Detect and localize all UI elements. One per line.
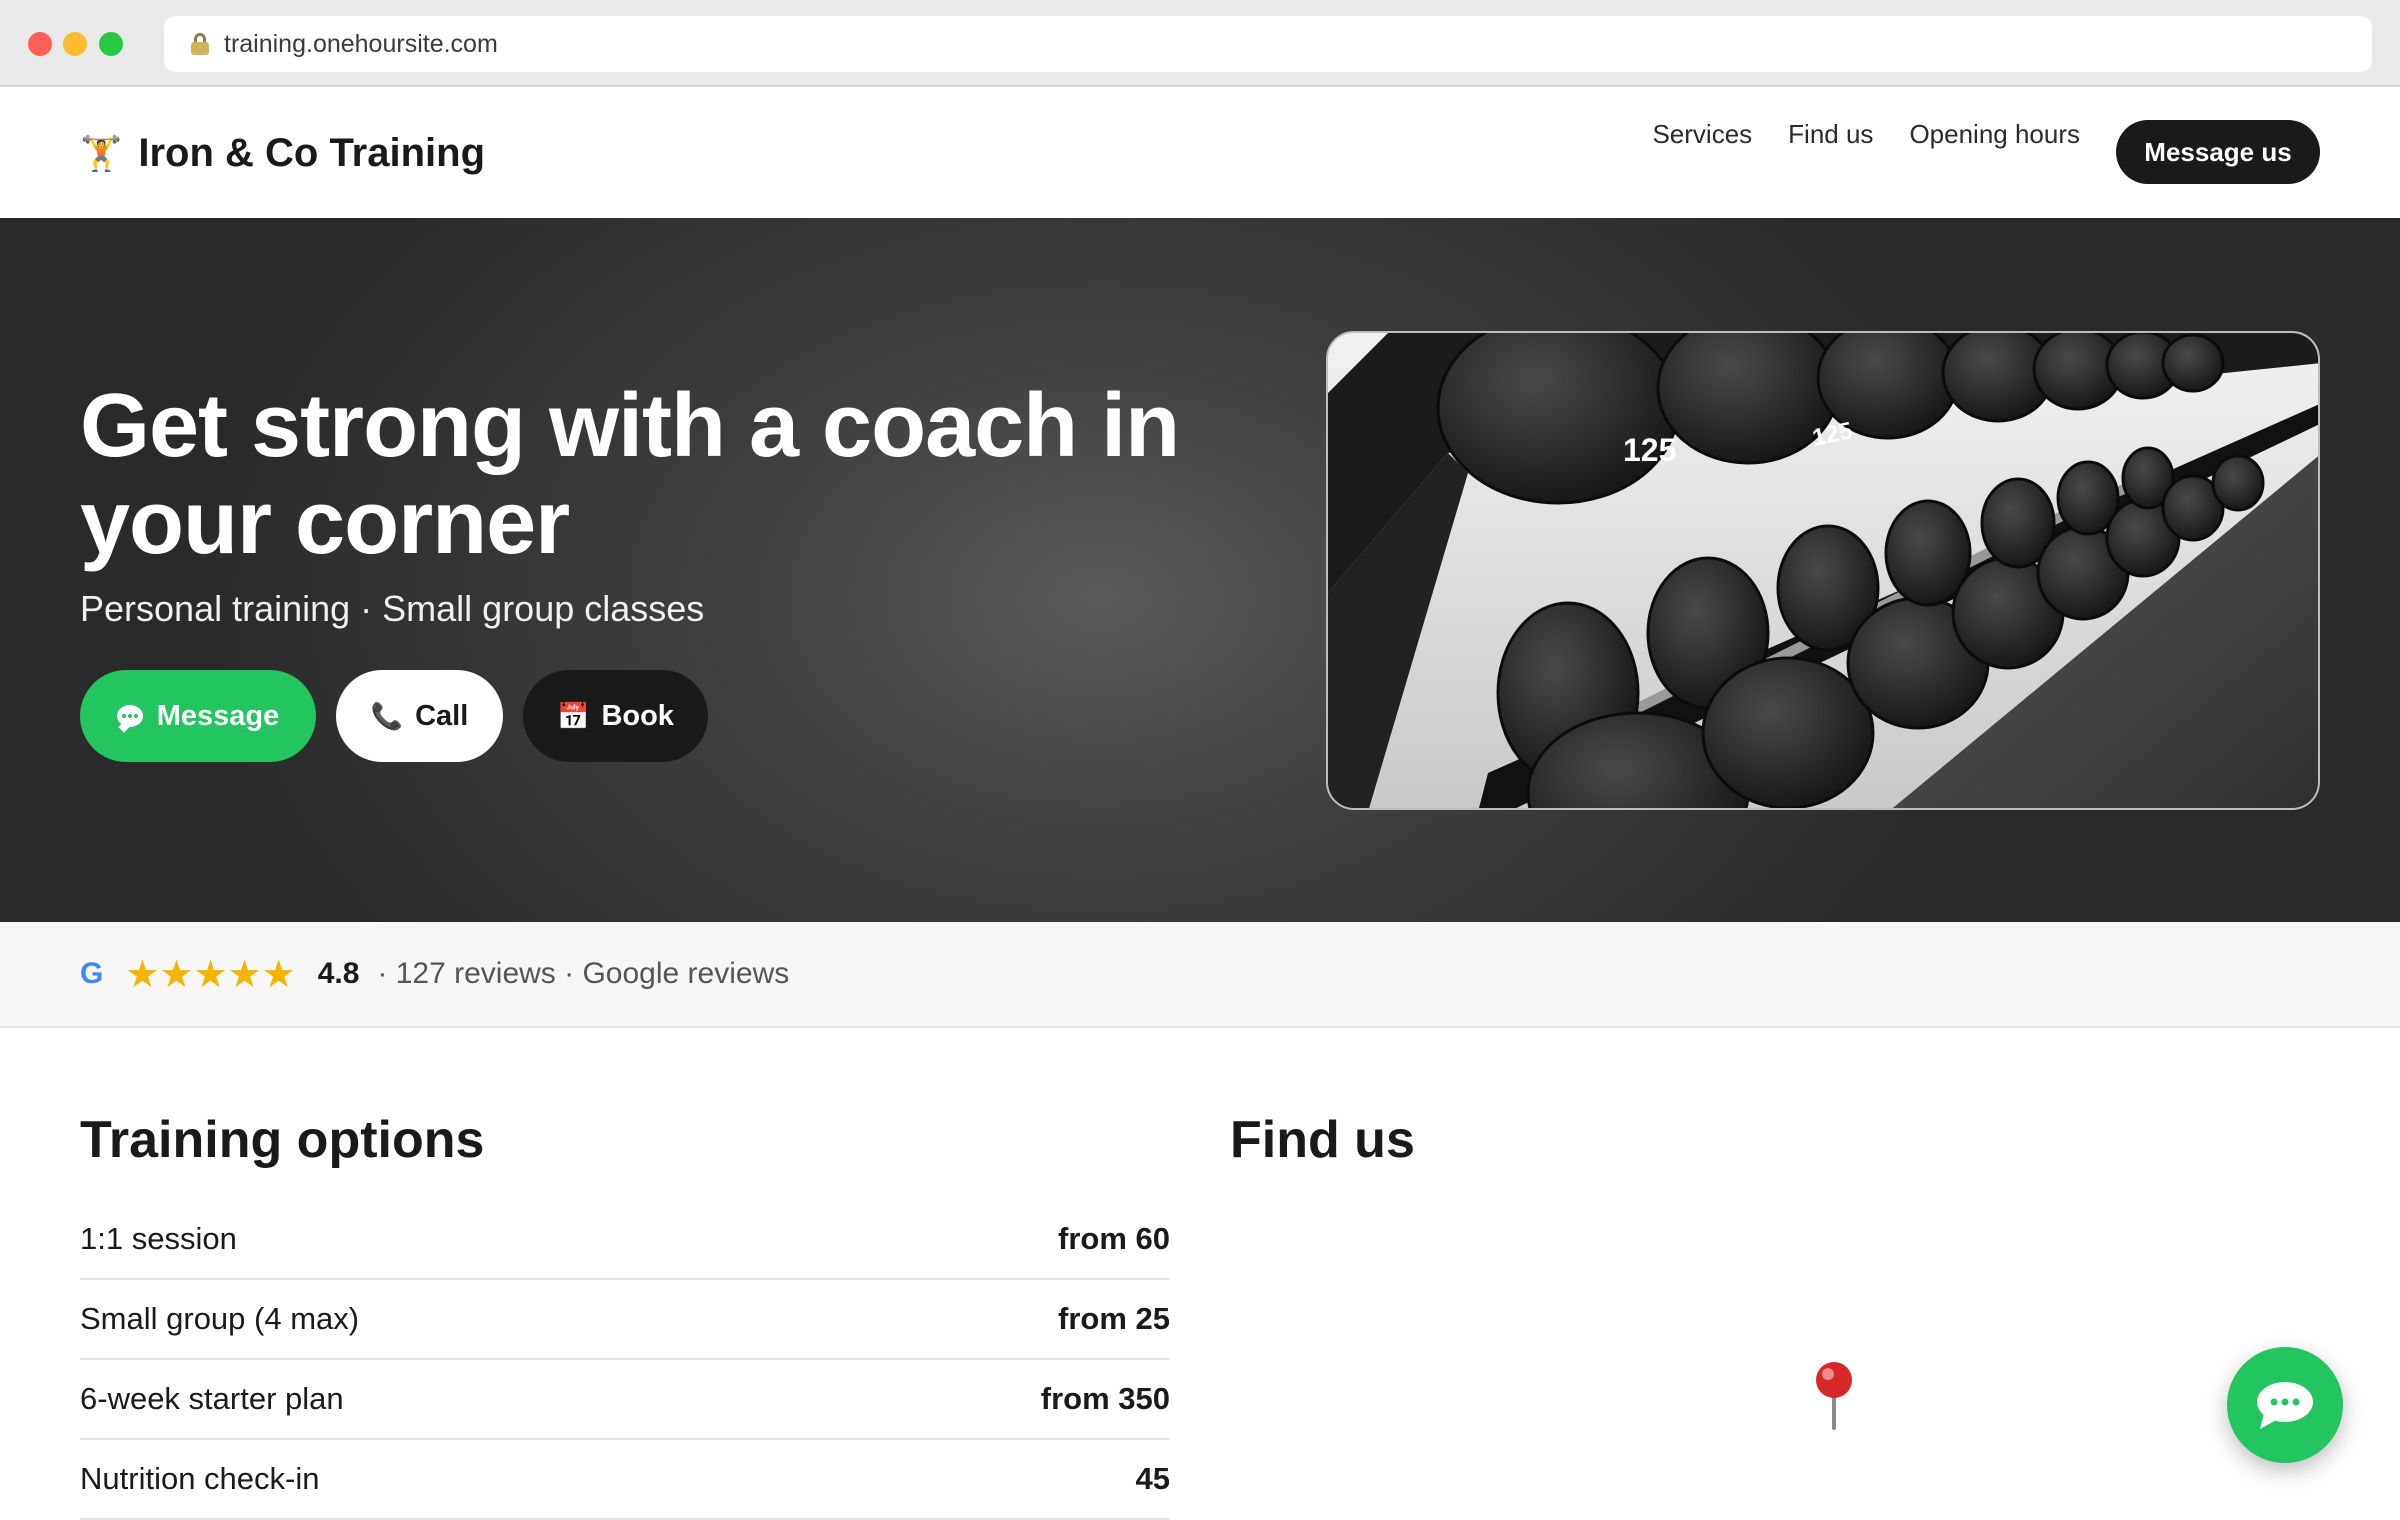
list-item: 1:1 session from 60 xyxy=(80,1200,1170,1280)
option-name: 6-week starter plan xyxy=(80,1381,344,1416)
option-name: 1:1 session xyxy=(80,1221,237,1256)
chat-bubble-icon xyxy=(2257,1382,2313,1429)
calendar-icon: 📅 xyxy=(557,700,590,731)
hero-subtitle: Personal training · Small group classes xyxy=(80,588,705,629)
message-button-label: Message xyxy=(156,699,280,732)
lock-icon xyxy=(190,32,210,56)
option-price: from 60 xyxy=(1058,1221,1170,1256)
reviews-strip: G ★★★★★ 4.8 · 127 reviews · Google revie… xyxy=(0,922,2400,1028)
list-item: Small group (4 max) from 25 xyxy=(80,1280,1170,1360)
brand-logo-link[interactable]: 🏋️ Iron & Co Training xyxy=(80,131,485,176)
find-us-heading: Find us xyxy=(1230,1111,1415,1169)
rating-value: 4.8 xyxy=(317,957,360,990)
book-button[interactable]: 📅 Book xyxy=(523,670,708,762)
star-rating: ★★★★★ xyxy=(125,953,296,996)
call-button[interactable]: 📞 Call xyxy=(336,670,503,762)
hero-section: Get strong with a coach in your corner P… xyxy=(0,218,2400,922)
plate-label-1: 125 xyxy=(1623,432,1676,468)
nav-opening-hours[interactable]: Opening hours xyxy=(1909,119,2080,150)
chat-bubble-icon xyxy=(116,705,143,727)
message-button[interactable]: Message xyxy=(80,670,316,762)
training-options-heading: Training options xyxy=(80,1111,485,1169)
address-bar[interactable]: training.onehoursite.com xyxy=(164,16,2372,72)
training-options-list: 1:1 session from 60 Small group (4 max) … xyxy=(80,1200,1170,1520)
hero-actions: Message 📞 Call 📅 Book xyxy=(80,670,708,762)
option-price: from 350 xyxy=(1040,1381,1170,1416)
brand-name: Iron & Co Training xyxy=(138,131,486,175)
call-button-label: Call xyxy=(415,699,469,732)
option-name: Small group (4 max) xyxy=(80,1301,360,1336)
message-us-button[interactable]: Message us xyxy=(2116,120,2320,184)
hero-photo-dumbbell-rack: 125 125 xyxy=(1326,331,2320,810)
option-name: Nutrition check-in xyxy=(80,1461,320,1496)
nav-services[interactable]: Services xyxy=(1652,119,1752,150)
close-window-button[interactable] xyxy=(28,32,52,56)
site-header: 🏋️ Iron & Co Training Services Find us O… xyxy=(0,89,2400,218)
google-g-icon: G xyxy=(80,957,104,990)
maximize-window-button[interactable] xyxy=(99,32,123,56)
minimize-window-button[interactable] xyxy=(63,32,87,56)
main-nav: Services Find us Opening hours xyxy=(1652,119,2080,150)
weightlifter-icon: 🏋️ xyxy=(80,134,123,173)
browser-toolbar: training.onehoursite.com xyxy=(0,0,2400,87)
nav-find-us[interactable]: Find us xyxy=(1788,119,1873,150)
list-item: 6-week starter plan from 350 xyxy=(80,1360,1170,1440)
dumbbell-rack-illustration: 125 125 xyxy=(1328,333,2318,808)
map-pin-icon[interactable] xyxy=(1806,1360,1862,1430)
list-item: Nutrition check-in 45 xyxy=(80,1440,1170,1520)
hero-title: Get strong with a coach in your corner xyxy=(80,376,1180,573)
phone-icon: 📞 xyxy=(370,700,404,731)
chat-fab-button[interactable] xyxy=(2227,1347,2343,1463)
option-price: from 25 xyxy=(1058,1301,1170,1336)
url-text: training.onehoursite.com xyxy=(224,29,498,58)
review-meta: · 127 reviews · Google reviews xyxy=(377,957,790,990)
book-button-label: Book xyxy=(601,699,674,732)
option-price: 45 xyxy=(1135,1461,1170,1496)
